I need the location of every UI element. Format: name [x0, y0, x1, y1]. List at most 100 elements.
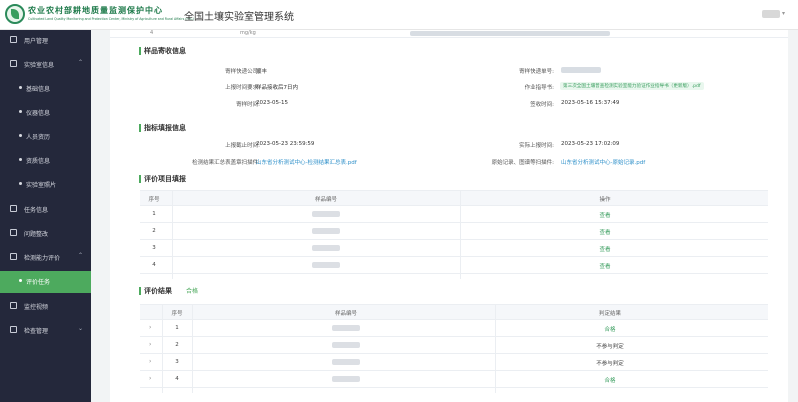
bullet-icon: [19, 279, 22, 282]
section-title-eval-result: 评价结果: [144, 287, 172, 295]
view-link[interactable]: 查看: [599, 245, 610, 253]
issue-icon: [10, 229, 17, 236]
redacted-sample-no: [312, 228, 340, 234]
column-header-action: 操作: [599, 197, 611, 203]
eval-items-table: 序号 样品编号 操作 1 查看 2 查看 3 查看 4 查看: [140, 190, 768, 279]
judgement-result: 合格: [604, 378, 616, 384]
expand-row-icon[interactable]: ›: [149, 341, 151, 348]
table-header: 序号 样品编号 判定结果: [140, 305, 768, 320]
sidebar-item-task-info[interactable]: 任务信息: [0, 199, 91, 219]
sidebar-item-label: 用户管理: [24, 38, 49, 45]
overall-result-badge: 合格: [186, 288, 199, 295]
column-header-sample-no: 样品编号: [314, 197, 338, 203]
table-row: › 3 不参与判定: [140, 354, 768, 371]
bullet-icon: [19, 182, 22, 185]
bullet-icon: [19, 134, 22, 137]
sidebar-item-capability-evaluation[interactable]: 检测能力评价 ⌃: [0, 247, 91, 267]
eval-result-table: 序号 样品编号 判定结果 › 1 合格 › 2 不参与判定 › 3 不参与判定 …: [140, 304, 768, 393]
column-header-no: 序号: [171, 311, 183, 317]
org-logo: [5, 4, 25, 24]
tracking-no-value: [561, 67, 601, 73]
judgement-result: 不参与判定: [596, 361, 624, 367]
raw-record-label: 原始记录、图谱等扫描件:: [491, 160, 554, 166]
view-link[interactable]: 查看: [599, 228, 610, 236]
table-row: 2 查看: [140, 223, 768, 240]
sidebar-item-label: 实验室照片: [26, 182, 57, 189]
row-no: 4: [175, 376, 179, 382]
redacted-sample-no: [312, 262, 340, 268]
sidebar-item-label: 检测能力评价: [24, 255, 61, 262]
sidebar-item-issue-rectification[interactable]: 问题整改: [0, 223, 91, 243]
sidebar-item-label: 仪器信息: [26, 110, 51, 117]
sidebar-item-instrument-info[interactable]: 仪器信息: [0, 102, 91, 122]
user-menu[interactable]: [762, 10, 780, 18]
sidebar-item-lab-info[interactable]: 实验室信息 ⌃: [0, 54, 91, 74]
prev-row-no: 4: [150, 30, 154, 36]
column-header-sample-no: 样品编号: [334, 311, 358, 317]
section-marker: [139, 124, 141, 132]
guide-file-link[interactable]: 第三次全国土壤普查检测实验室能力验证作业指导书（更新版）.pdf: [560, 82, 704, 90]
org-name: 农业农村部耕地质量监测保护中心: [28, 6, 163, 15]
sidebar-item-label: 任务信息: [24, 207, 49, 214]
report-time-req-label: 上报时间要求:: [225, 85, 260, 91]
section-title-sample-delivery: 样品寄收信息: [144, 47, 186, 55]
sidebar-item-label: 人员资历: [26, 134, 51, 141]
user-icon: [10, 36, 17, 43]
send-time-label: 寄样时间:: [236, 102, 260, 108]
sidebar-item-certification-info[interactable]: 资质信息: [0, 150, 91, 170]
sidebar-item-label: 资质信息: [26, 158, 51, 165]
bullet-icon: [19, 158, 22, 161]
sidebar-item-label: 基础信息: [26, 86, 51, 93]
view-link[interactable]: 查看: [599, 262, 610, 270]
table-row: 1 查看: [140, 206, 768, 223]
row-no: 1: [152, 211, 156, 217]
section-marker: [139, 287, 141, 295]
row-no: 1: [175, 325, 179, 331]
expand-row-icon[interactable]: ›: [149, 358, 151, 365]
sidebar-item-surveillance-video[interactable]: 监控视频: [0, 296, 91, 316]
expand-row-icon[interactable]: ›: [149, 375, 151, 382]
sidebar-item-user-management[interactable]: 用户管理: [0, 30, 91, 50]
previous-table-tail: 4 mg/kg: [110, 30, 788, 38]
sidebar-item-basic-info[interactable]: 基础信息: [0, 78, 91, 98]
scan-file-link[interactable]: 山东省分析测试中心-检测结果汇总表.pdf: [256, 158, 357, 166]
judgement-result: 不参与判定: [596, 344, 624, 350]
evaluate-icon: [10, 253, 17, 260]
sidebar-item-inspection-management[interactable]: 检查管理 ⌄: [0, 320, 91, 340]
sidebar: 用户管理 实验室信息 ⌃ 基础信息 仪器信息 人员资历 资质信息 实验室照片 任…: [0, 30, 91, 402]
table-row: 3 查看: [140, 240, 768, 257]
sign-time-value: 2023-05-16 15:37:49: [561, 100, 620, 106]
deadline-label: 上报截止时间:: [225, 143, 260, 149]
row-no: 2: [175, 342, 179, 348]
sidebar-item-lab-photos[interactable]: 实验室照片: [0, 174, 91, 194]
sidebar-item-staff-qualification[interactable]: 人员资历: [0, 126, 91, 146]
lab-icon: [10, 60, 17, 67]
sidebar-item-evaluation-task[interactable]: 评价任务: [0, 271, 91, 293]
top-header: 农业农村部耕地质量监测保护中心 Cultivated Land Quality …: [0, 0, 798, 30]
sidebar-item-label: 实验室信息: [24, 62, 55, 69]
judgement-result: 合格: [604, 327, 616, 333]
raw-record-link[interactable]: 山东省分析测试中心-原始记录.pdf: [561, 158, 645, 166]
system-title: 全国土壤实验室管理系统: [184, 12, 294, 23]
redacted-sample-no: [332, 325, 360, 331]
tracking-no-label: 寄样快递单号:: [519, 69, 554, 75]
view-link[interactable]: 查看: [599, 211, 610, 219]
report-time-req-value: 样品接收后7日内: [256, 85, 298, 91]
chevron-up-icon: ⌃: [78, 59, 84, 66]
table-header: 序号 样品编号 操作: [140, 191, 768, 206]
chevron-down-icon[interactable]: ▾: [782, 10, 785, 17]
check-icon: [10, 326, 17, 333]
redacted-sample-no: [332, 359, 360, 365]
redacted-sample-no: [332, 342, 360, 348]
chevron-down-icon: ⌄: [78, 325, 84, 332]
column-header-judgement: 判定结果: [598, 311, 622, 317]
redacted-sample-no: [312, 245, 340, 251]
expand-row-icon[interactable]: ›: [149, 324, 151, 331]
table-row: › 2 不参与判定: [140, 337, 768, 354]
task-icon: [10, 205, 17, 212]
row-no: 2: [152, 228, 156, 234]
redacted-sample-no: [312, 211, 340, 217]
video-icon: [10, 302, 17, 309]
table-row: 4 查看: [140, 257, 768, 274]
sidebar-item-label: 评价任务: [26, 279, 51, 286]
